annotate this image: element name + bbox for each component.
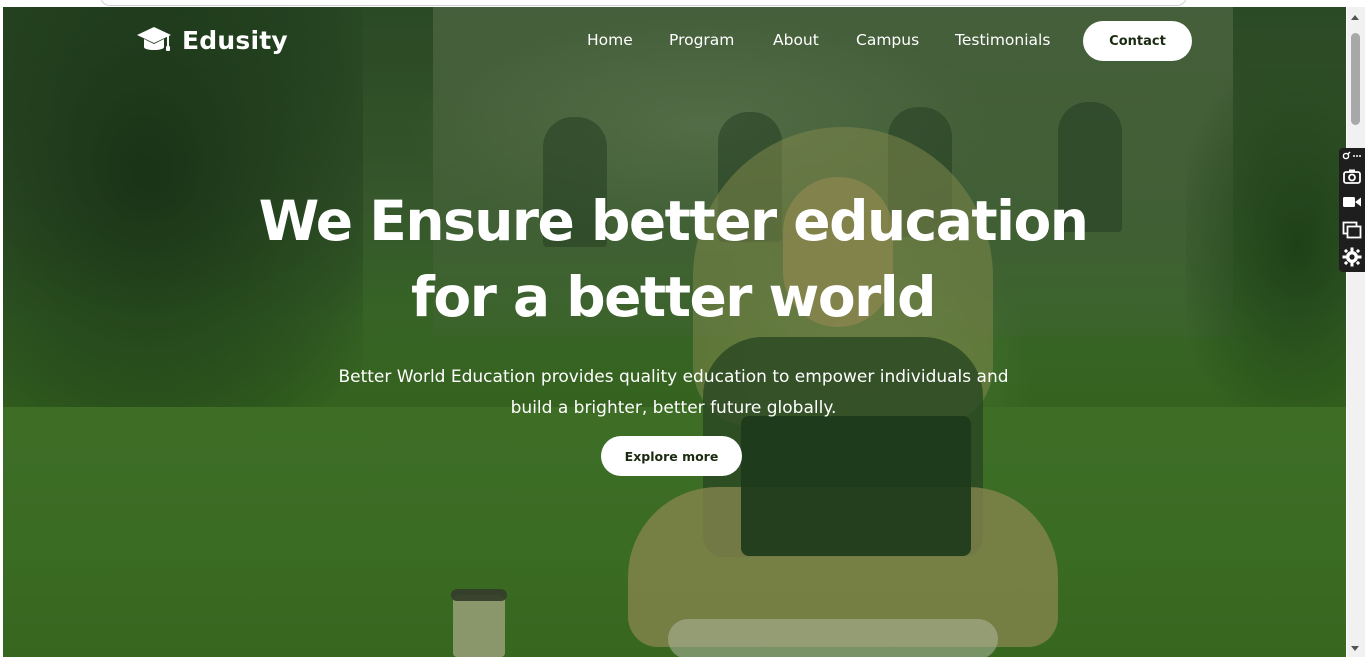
brand-logo[interactable]: Edusity xyxy=(136,24,288,56)
link-icon[interactable] xyxy=(1339,150,1365,162)
scrollbar-thumb[interactable] xyxy=(1351,33,1360,125)
hero-subtitle-line-1: Better World Education provides quality … xyxy=(338,367,1009,387)
nav-item-campus[interactable]: Campus xyxy=(856,31,919,49)
hero-subtitle: Better World Education provides quality … xyxy=(320,362,1027,424)
video-icon[interactable] xyxy=(1339,195,1365,209)
top-navbar: Edusity Home Program About Campus Testim… xyxy=(3,7,1346,77)
camera-icon[interactable] xyxy=(1339,168,1365,184)
address-bar-edge xyxy=(0,0,1365,6)
settings-icon[interactable] xyxy=(1339,247,1365,267)
nav-item-program[interactable]: Program xyxy=(669,31,734,49)
hero-headline-line-2: for a better world xyxy=(410,265,937,329)
explore-more-button[interactable]: Explore more xyxy=(601,436,742,476)
hero-subtitle-line-2: build a brighter, better future globally… xyxy=(510,398,837,418)
hero-headline-line-1: We Ensure better education xyxy=(258,189,1089,253)
hero-headline: We Ensure better education for a better … xyxy=(200,183,1146,335)
scroll-down-arrow-icon[interactable] xyxy=(1351,646,1359,651)
nav-item-about[interactable]: About xyxy=(773,31,819,49)
brand-name: Edusity xyxy=(182,25,288,55)
windows-icon[interactable] xyxy=(1339,221,1365,239)
graduation-cap-icon xyxy=(137,27,171,51)
page-scrollbar[interactable] xyxy=(1347,7,1365,657)
scroll-up-arrow-icon[interactable] xyxy=(1351,15,1359,20)
nav-item-home[interactable]: Home xyxy=(587,31,633,49)
contact-button[interactable]: Contact xyxy=(1083,21,1192,61)
browser-viewport: Edusity Home Program About Campus Testim… xyxy=(0,0,1365,657)
nav-item-testimonials[interactable]: Testimonials xyxy=(955,31,1050,49)
extension-side-toolbar xyxy=(1339,148,1365,272)
